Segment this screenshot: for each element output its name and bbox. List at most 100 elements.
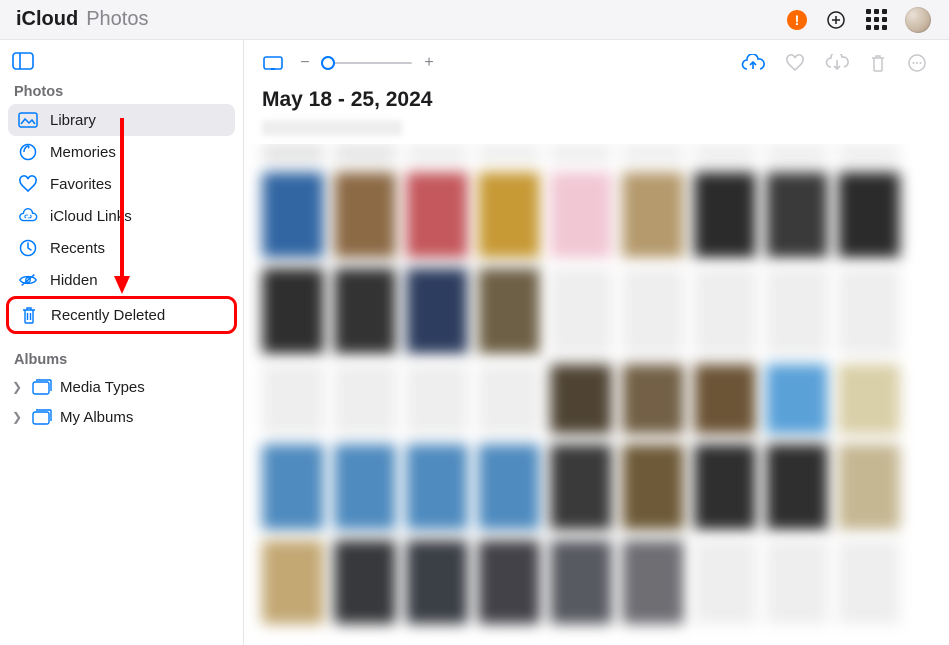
photo-thumbnail[interactable] <box>478 144 540 162</box>
photo-thumbnail[interactable] <box>334 268 396 354</box>
photo-thumbnail[interactable] <box>478 444 540 530</box>
content-toolbar: − + <box>244 40 949 86</box>
photo-thumbnail[interactable] <box>334 364 396 434</box>
photo-thumbnail[interactable] <box>406 172 468 258</box>
favorite-button[interactable] <box>785 54 805 72</box>
memories-icon <box>18 142 38 162</box>
photo-thumbnail[interactable] <box>262 364 324 434</box>
create-button[interactable] <box>825 9 847 31</box>
photo-thumbnail[interactable] <box>550 364 612 434</box>
clock-icon <box>18 238 38 258</box>
plus-circle-icon <box>826 10 846 30</box>
sidebar-item-label: Media Types <box>60 379 145 396</box>
zoom-track[interactable] <box>322 62 412 64</box>
photo-thumbnail[interactable] <box>838 144 900 162</box>
photo-thumbnail[interactable] <box>694 172 756 258</box>
photo-thumbnail[interactable] <box>550 444 612 530</box>
app-launcher-button[interactable] <box>865 9 887 31</box>
trash-icon <box>19 305 39 325</box>
photo-thumbnail[interactable] <box>334 540 396 624</box>
photo-thumbnail[interactable] <box>694 364 756 434</box>
trash-outline-icon <box>869 53 887 73</box>
aspect-icon <box>262 54 284 72</box>
sidebar-item-favorites[interactable]: Favorites <box>8 168 235 200</box>
photo-thumbnail[interactable] <box>550 144 612 162</box>
album-icon <box>32 377 52 397</box>
photo-thumbnail[interactable] <box>262 540 324 624</box>
photo-thumbnail[interactable] <box>838 540 900 624</box>
photo-thumbnail[interactable] <box>478 268 540 354</box>
sidebar-item-recently-deleted[interactable]: Recently Deleted <box>6 296 237 334</box>
photo-thumbnail[interactable] <box>766 144 828 162</box>
sidebar-icon <box>12 52 34 70</box>
photo-thumbnail[interactable] <box>838 444 900 530</box>
photo-thumbnail[interactable] <box>838 172 900 258</box>
upload-button[interactable] <box>741 54 765 72</box>
download-button[interactable] <box>825 54 849 72</box>
photo-thumbnail[interactable] <box>334 172 396 258</box>
ellipsis-circle-icon <box>907 53 927 73</box>
album-icon <box>32 407 52 427</box>
photo-thumbnail[interactable] <box>550 172 612 258</box>
photo-thumbnail[interactable] <box>550 268 612 354</box>
sidebar-item-label: Library <box>50 112 96 129</box>
zoom-slider[interactable]: − + <box>298 54 436 72</box>
alert-badge-icon[interactable]: ! <box>787 10 807 30</box>
photo-thumbnail[interactable] <box>622 540 684 624</box>
sidebar-item-recents[interactable]: Recents <box>8 232 235 264</box>
sidebar-item-icloud-links[interactable]: iCloud Links <box>8 200 235 232</box>
aspect-toggle-button[interactable] <box>262 54 284 72</box>
photo-thumbnail[interactable] <box>478 172 540 258</box>
sidebar-item-my-albums[interactable]: ❯ My Albums <box>8 402 235 432</box>
delete-button[interactable] <box>869 53 887 73</box>
sidebar-item-hidden[interactable]: Hidden <box>8 264 235 296</box>
photo-thumbnail[interactable] <box>622 144 684 162</box>
photo-thumbnail[interactable] <box>766 172 828 258</box>
photo-thumbnail[interactable] <box>262 172 324 258</box>
photo-thumbnail[interactable] <box>766 540 828 624</box>
sidebar-item-media-types[interactable]: ❯ Media Types <box>8 372 235 402</box>
photo-thumbnail[interactable] <box>622 268 684 354</box>
photo-thumbnail[interactable] <box>694 268 756 354</box>
photo-thumbnail[interactable] <box>406 268 468 354</box>
photo-thumbnail[interactable] <box>838 364 900 434</box>
photo-thumbnail[interactable] <box>262 444 324 530</box>
photo-thumbnail[interactable] <box>478 364 540 434</box>
photo-thumbnail[interactable] <box>406 144 468 162</box>
account-avatar[interactable] <box>905 7 931 33</box>
photo-thumbnail[interactable] <box>406 364 468 434</box>
sidebar-toggle-button[interactable] <box>12 52 235 70</box>
zoom-out-button[interactable]: − <box>298 54 312 72</box>
more-button[interactable] <box>907 53 927 73</box>
photo-thumbnail[interactable] <box>766 268 828 354</box>
sidebar-item-label: My Albums <box>60 409 133 426</box>
photo-thumbnail[interactable] <box>478 540 540 624</box>
photo-thumbnail[interactable] <box>406 540 468 624</box>
sidebar-item-label: Favorites <box>50 176 112 193</box>
photo-thumbnail[interactable] <box>694 444 756 530</box>
sidebar-item-memories[interactable]: Memories <box>8 136 235 168</box>
cloud-upload-icon <box>741 54 765 72</box>
heart-outline-icon <box>785 54 805 72</box>
sidebar-item-library[interactable]: Library <box>8 104 235 136</box>
zoom-in-button[interactable]: + <box>422 54 436 72</box>
photo-thumbnail[interactable] <box>262 268 324 354</box>
photo-thumbnail[interactable] <box>334 144 396 162</box>
topbar-actions: ! <box>787 7 931 33</box>
photo-thumbnail[interactable] <box>694 540 756 624</box>
photo-thumbnail[interactable] <box>262 144 324 162</box>
photo-thumbnail[interactable] <box>406 444 468 530</box>
photo-thumbnail[interactable] <box>766 444 828 530</box>
photo-thumbnail[interactable] <box>550 540 612 624</box>
photo-thumbnail[interactable] <box>622 364 684 434</box>
photo-thumbnail[interactable] <box>334 444 396 530</box>
photo-thumbnail[interactable] <box>694 144 756 162</box>
zoom-thumb[interactable] <box>321 56 335 70</box>
photo-thumbnail[interactable] <box>622 444 684 530</box>
photo-grid[interactable] <box>244 144 949 645</box>
photo-thumbnail[interactable] <box>766 364 828 434</box>
grid-icon <box>866 9 887 30</box>
photo-thumbnail[interactable] <box>622 172 684 258</box>
sidebar-item-label: Memories <box>50 144 116 161</box>
photo-thumbnail[interactable] <box>838 268 900 354</box>
